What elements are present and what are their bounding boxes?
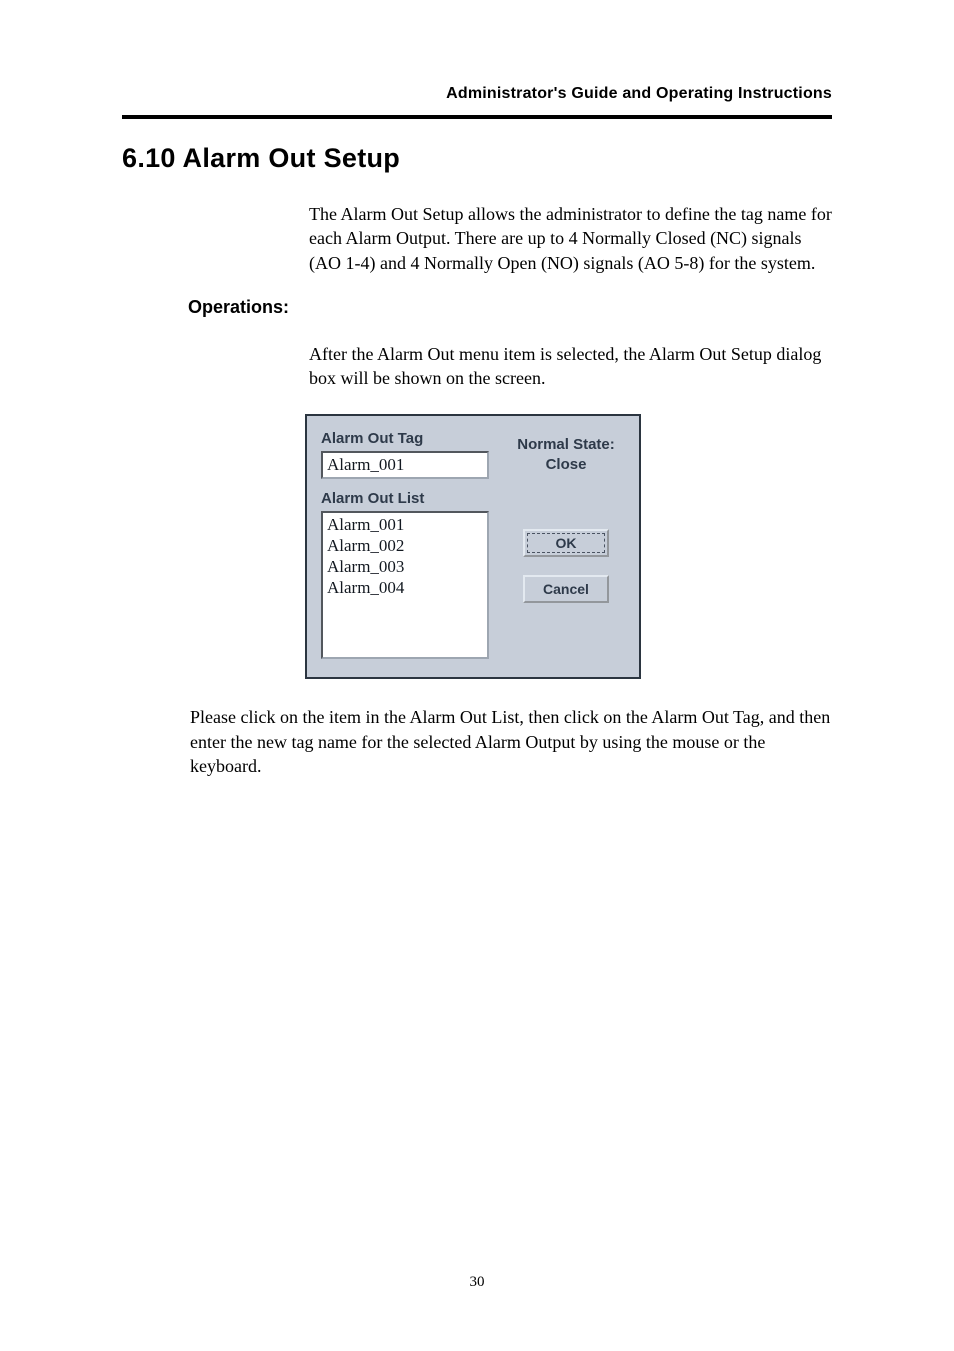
cancel-button[interactable]: Cancel — [523, 575, 609, 603]
list-item[interactable]: Alarm_003 — [327, 557, 483, 578]
header-divider — [122, 115, 832, 119]
normal-state-value: Close — [546, 456, 587, 473]
alarm-out-tag-label: Alarm Out Tag — [321, 430, 489, 447]
instruction-paragraph: Please click on the item in the Alarm Ou… — [190, 705, 832, 778]
alarm-out-tag-input[interactable] — [321, 451, 489, 479]
list-item[interactable]: Alarm_002 — [327, 536, 483, 557]
alarm-out-list-label: Alarm Out List — [321, 490, 489, 507]
list-item[interactable]: Alarm_004 — [327, 578, 483, 599]
page-header: Administrator's Guide and Operating Inst… — [122, 85, 832, 103]
operations-text: After the Alarm Out menu item is selecte… — [309, 342, 832, 391]
intro-paragraph: The Alarm Out Setup allows the administr… — [309, 202, 832, 275]
normal-state-label: Normal State: — [517, 436, 615, 453]
alarm-out-setup-dialog: Alarm Out Tag Alarm Out List Alarm_001 A… — [305, 414, 641, 679]
page-number: 30 — [0, 1274, 954, 1291]
alarm-out-list[interactable]: Alarm_001 Alarm_002 Alarm_003 Alarm_004 — [321, 511, 489, 659]
operations-heading: Operations: — [188, 297, 832, 318]
list-item[interactable]: Alarm_001 — [327, 515, 483, 536]
section-title: 6.10 Alarm Out Setup — [122, 143, 832, 174]
ok-button[interactable]: OK — [523, 529, 609, 557]
dialog-right-column: Normal State: Close OK Cancel — [507, 430, 625, 659]
dialog-left-column: Alarm Out Tag Alarm Out List Alarm_001 A… — [321, 430, 489, 659]
